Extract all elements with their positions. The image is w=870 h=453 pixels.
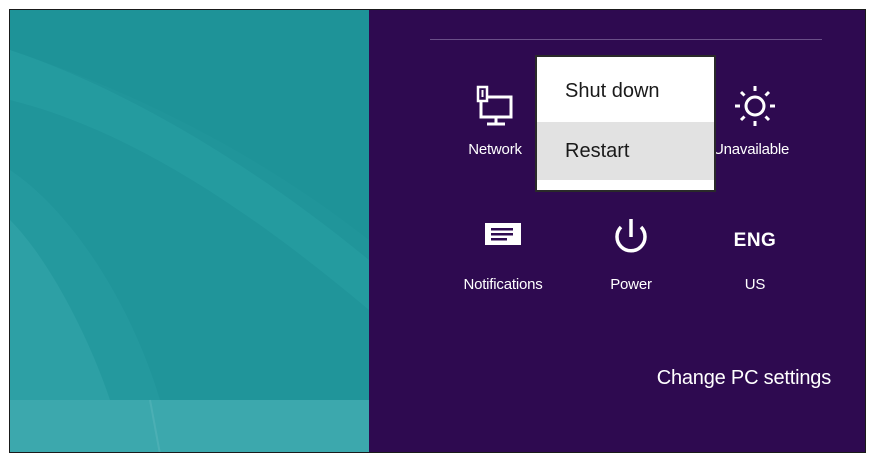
language-region-label: US: [744, 276, 766, 293]
brightness-tile[interactable]: Unavailable: [707, 80, 805, 170]
brightness-icon: [707, 82, 805, 130]
settings-charm-panel: Network Unavailable Notifications Power …: [369, 10, 865, 452]
language-tile[interactable]: ENG US: [715, 215, 795, 305]
network-tile[interactable]: Network: [451, 80, 539, 170]
divider: [430, 39, 822, 40]
language-code: ENG: [733, 230, 777, 251]
brightness-label: Unavailable: [713, 141, 790, 158]
power-label: Power: [610, 276, 652, 293]
network-icon: [451, 85, 539, 127]
notifications-tile[interactable]: Notifications: [441, 215, 565, 305]
power-tile[interactable]: Power: [591, 215, 671, 305]
desktop-background: [10, 10, 369, 452]
change-pc-settings-link[interactable]: Change PC settings: [657, 367, 831, 390]
network-label: Network: [468, 141, 522, 158]
notifications-label: Notifications: [463, 276, 543, 293]
power-icon: [591, 215, 671, 259]
restart-menu-item[interactable]: Restart: [537, 122, 714, 180]
notifications-icon: [441, 219, 565, 249]
power-menu-popup: Shut down Restart: [535, 55, 716, 192]
screen-frame: Network Unavailable Notifications Power …: [9, 9, 866, 453]
desktop-wallpaper: [10, 10, 369, 452]
shut-down-menu-item[interactable]: Shut down: [537, 62, 714, 120]
